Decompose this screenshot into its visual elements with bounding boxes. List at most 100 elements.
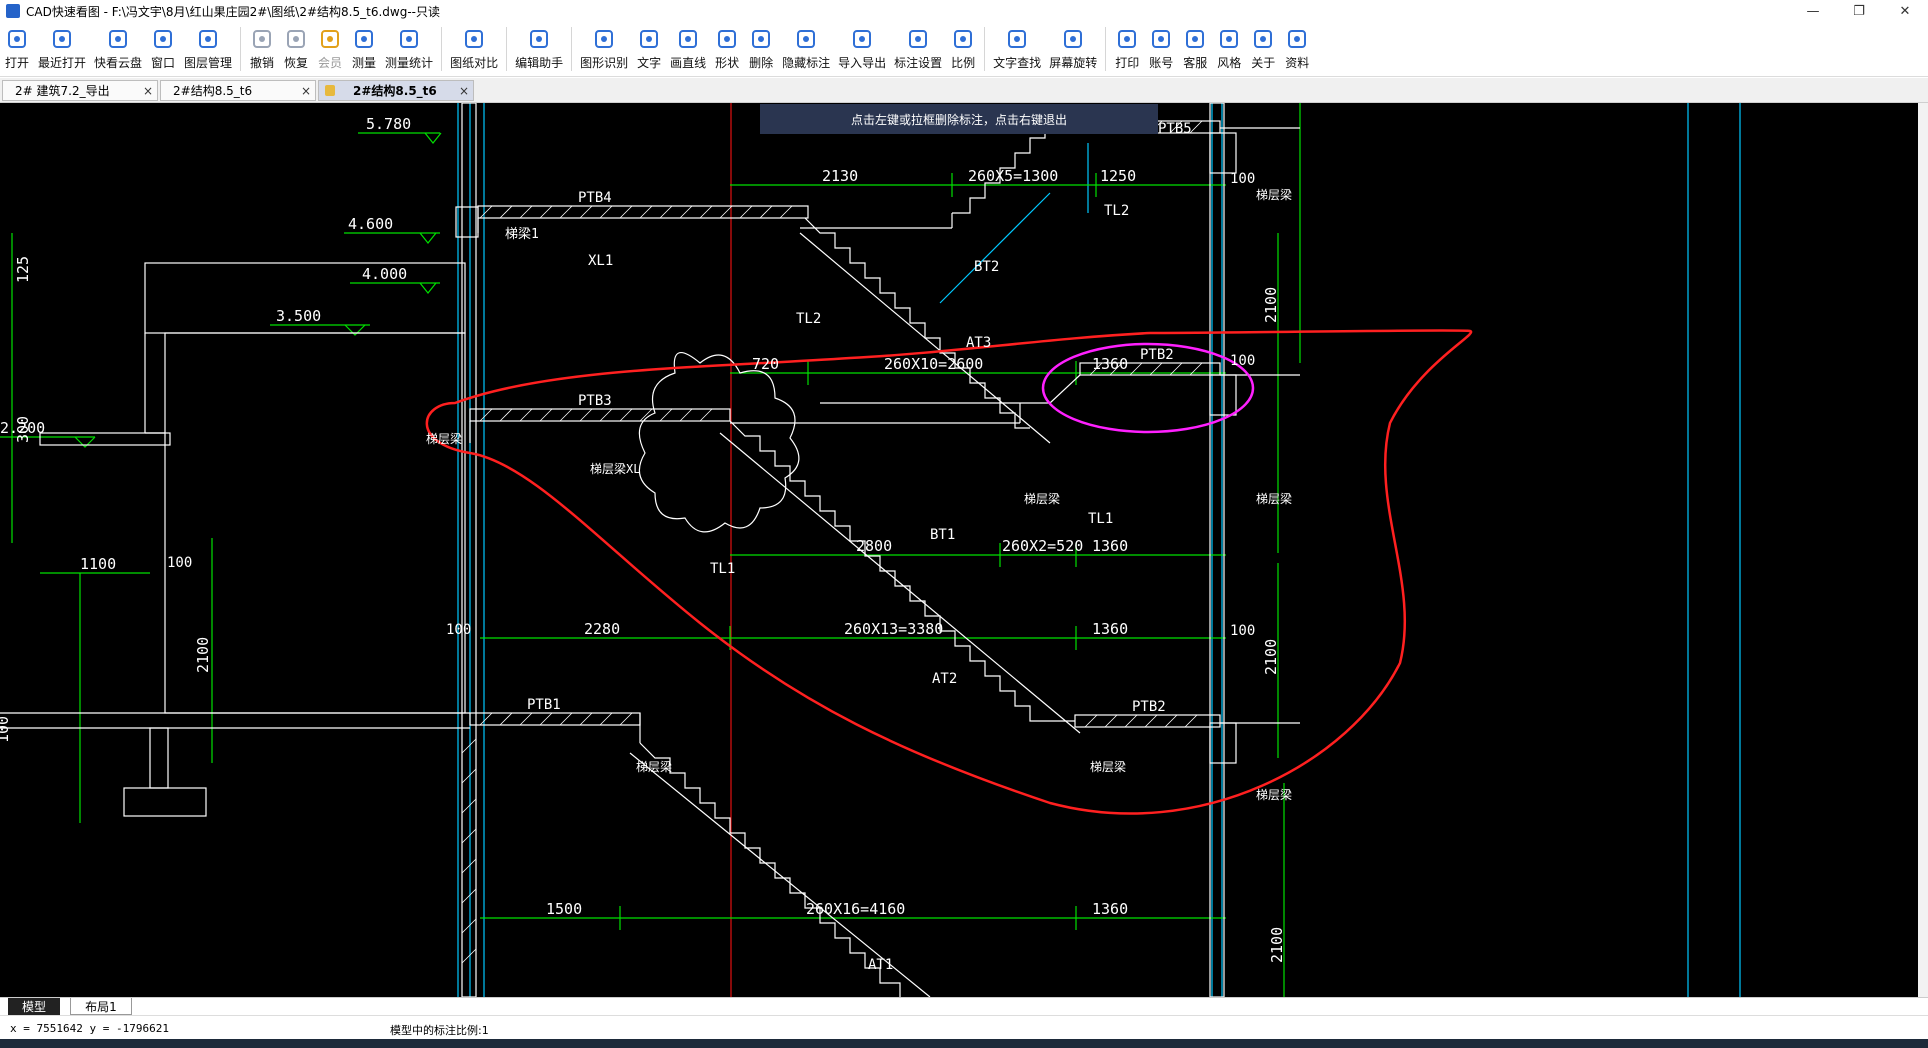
toolbar-button-13[interactable]: 文字 — [632, 22, 666, 76]
close-icon[interactable]: × — [139, 84, 157, 98]
recent-clock-icon — [49, 26, 75, 52]
beam-label: 梯层梁 — [426, 431, 462, 446]
toolbar-button-17[interactable]: 隐藏标注 — [778, 22, 834, 76]
annotation-scale: 模型中的标注比例:1 — [390, 1024, 489, 1037]
vertical-scrollbar[interactable] — [1918, 103, 1928, 997]
toolbar-button-22[interactable]: 屏幕旋转 — [1045, 22, 1101, 76]
toolbar-button-19[interactable]: 标注设置 — [890, 22, 946, 76]
eye-hide-icon — [793, 26, 819, 52]
toolbar-button-25[interactable]: 客服 — [1178, 22, 1212, 76]
minimize-button[interactable]: — — [1790, 0, 1836, 22]
vip-icon — [317, 26, 343, 52]
toolbar-label: 最近打开 — [38, 56, 87, 70]
text-search-icon — [1004, 26, 1030, 52]
toolbar-label: 测量 — [352, 56, 377, 70]
annotation-settings-icon — [905, 26, 931, 52]
measure-stats-icon — [396, 26, 422, 52]
toolbar-separator — [984, 27, 986, 71]
toolbar-separator — [441, 27, 443, 71]
toolbar-separator — [1105, 27, 1107, 71]
toolbar-label: 屏幕旋转 — [1049, 56, 1098, 70]
toolbar-button-9[interactable]: 测量统计 — [381, 22, 437, 76]
dimension-text: 1360 — [1092, 355, 1128, 373]
drawing-canvas[interactable]: 5.780 4.600 4.000 3.500 2.200 2130 260X5… — [0, 103, 1918, 997]
text-icon — [636, 26, 662, 52]
tab-structure-1[interactable]: 2#结构8.5_t6 × — [160, 80, 316, 101]
tab-structure-2-active[interactable]: 2#结构8.5_t6 × — [318, 80, 474, 101]
dimension-text: 2800 — [856, 537, 892, 555]
toolbar-label: 编辑助手 — [515, 56, 564, 70]
dimension-text: 260X10=2600 — [884, 355, 983, 373]
toolbar-button-28[interactable]: 资料 — [1280, 22, 1314, 76]
toolbar-label: 会员 — [318, 56, 343, 70]
toolbar-button-11[interactable]: 编辑助手 — [511, 22, 567, 76]
toolbar-button-10[interactable]: 图纸对比 — [446, 22, 502, 76]
toolbar-button-5[interactable]: 撤销 — [245, 22, 279, 76]
tab-building-export[interactable]: 2# 建筑7.2_导出 × — [2, 80, 158, 101]
coordinate-readout: x = 7551642 y = -1796621 — [10, 1022, 169, 1035]
close-icon[interactable]: × — [297, 84, 315, 98]
beam-label: 梯梁1 — [505, 227, 539, 242]
maximize-button[interactable]: ❐ — [1836, 0, 1882, 22]
beam-label: TL1 — [710, 561, 735, 577]
elevation-label: 5.780 — [366, 115, 411, 133]
undo-icon — [249, 26, 275, 52]
tab-model[interactable]: 模型 — [8, 998, 60, 1015]
main-toolbar: 打开 最近打开 快看云盘 窗口 图层管理 撤销 恢复 会员 测量 测量统计 图纸对比 编辑助手 图形识别… — [0, 22, 1928, 77]
toolbar-button-12[interactable]: 图形识别 — [576, 22, 632, 76]
taskbar — [0, 1039, 1928, 1048]
toolbar-label: 文字 — [637, 56, 662, 70]
toolbar-button-14[interactable]: 画直线 — [666, 22, 710, 76]
import-export-icon — [849, 26, 875, 52]
toolbar-label: 形状 — [715, 56, 740, 70]
lock-icon — [325, 85, 335, 96]
toolbar-button-21[interactable]: 文字查找 — [989, 22, 1045, 76]
dimension-text: 1250 — [1100, 167, 1136, 185]
toolbar-button-0[interactable]: 打开 — [0, 22, 34, 76]
toolbar-button-6[interactable]: 恢复 — [279, 22, 313, 76]
slab-label: PTB2 — [1132, 699, 1166, 715]
close-button[interactable]: ✕ — [1882, 0, 1928, 22]
vertical-dimension-text: 2100 — [1262, 287, 1280, 323]
toolbar-button-20[interactable]: 比例 — [946, 22, 980, 76]
toolbar-label: 图形识别 — [580, 56, 629, 70]
toolbar-button-26[interactable]: 风格 — [1212, 22, 1246, 76]
rotate-screen-icon — [1060, 26, 1086, 52]
close-icon[interactable]: × — [455, 84, 473, 98]
toolbar-button-1[interactable]: 最近打开 — [34, 22, 90, 76]
toolbar-button-27[interactable]: 关于 — [1246, 22, 1280, 76]
toolbar-button-18[interactable]: 导入导出 — [834, 22, 890, 76]
toolbar-button-23[interactable]: 打印 — [1110, 22, 1144, 76]
toolbar-separator — [240, 27, 242, 71]
compare-icon — [461, 26, 487, 52]
dimension-text: 1100 — [80, 555, 116, 573]
toolbar-label: 关于 — [1251, 56, 1276, 70]
stair-label: AT3 — [966, 335, 991, 351]
vertical-dimension-text: 2100 — [1262, 639, 1280, 675]
toolbar-button-16[interactable]: 删除 — [744, 22, 778, 76]
toolbar-button-7[interactable]: 会员 — [313, 22, 347, 76]
beam-label: 梯层梁 — [636, 759, 672, 774]
headset-icon — [1182, 26, 1208, 52]
dimension-text: 100 — [446, 622, 471, 638]
toolbar-button-3[interactable]: 窗口 — [146, 22, 180, 76]
dimension-text: 1360 — [1092, 900, 1128, 918]
toolbar-label: 文字查找 — [993, 56, 1042, 70]
app-logo-icon — [6, 4, 20, 18]
info-icon — [1250, 26, 1276, 52]
beam-label: TL2 — [796, 311, 821, 327]
toolbar-button-8[interactable]: 测量 — [347, 22, 381, 76]
tab-layout1[interactable]: 布局1 — [70, 998, 132, 1015]
style-icon — [1216, 26, 1242, 52]
toolbar-label: 比例 — [951, 56, 976, 70]
toolbar-button-15[interactable]: 形状 — [710, 22, 744, 76]
toolbar-button-2[interactable]: 快看云盘 — [90, 22, 146, 76]
dimension-text: 100 — [1230, 353, 1255, 369]
toolbar-button-24[interactable]: 账号 — [1144, 22, 1178, 76]
dimension-text: 2280 — [584, 620, 620, 638]
dimension-text: 100 — [167, 555, 192, 571]
toolbar-button-4[interactable]: 图层管理 — [180, 22, 236, 76]
toolbar-label: 窗口 — [151, 56, 176, 70]
documents-icon — [1284, 26, 1310, 52]
elevation-label: 4.000 — [362, 265, 407, 283]
